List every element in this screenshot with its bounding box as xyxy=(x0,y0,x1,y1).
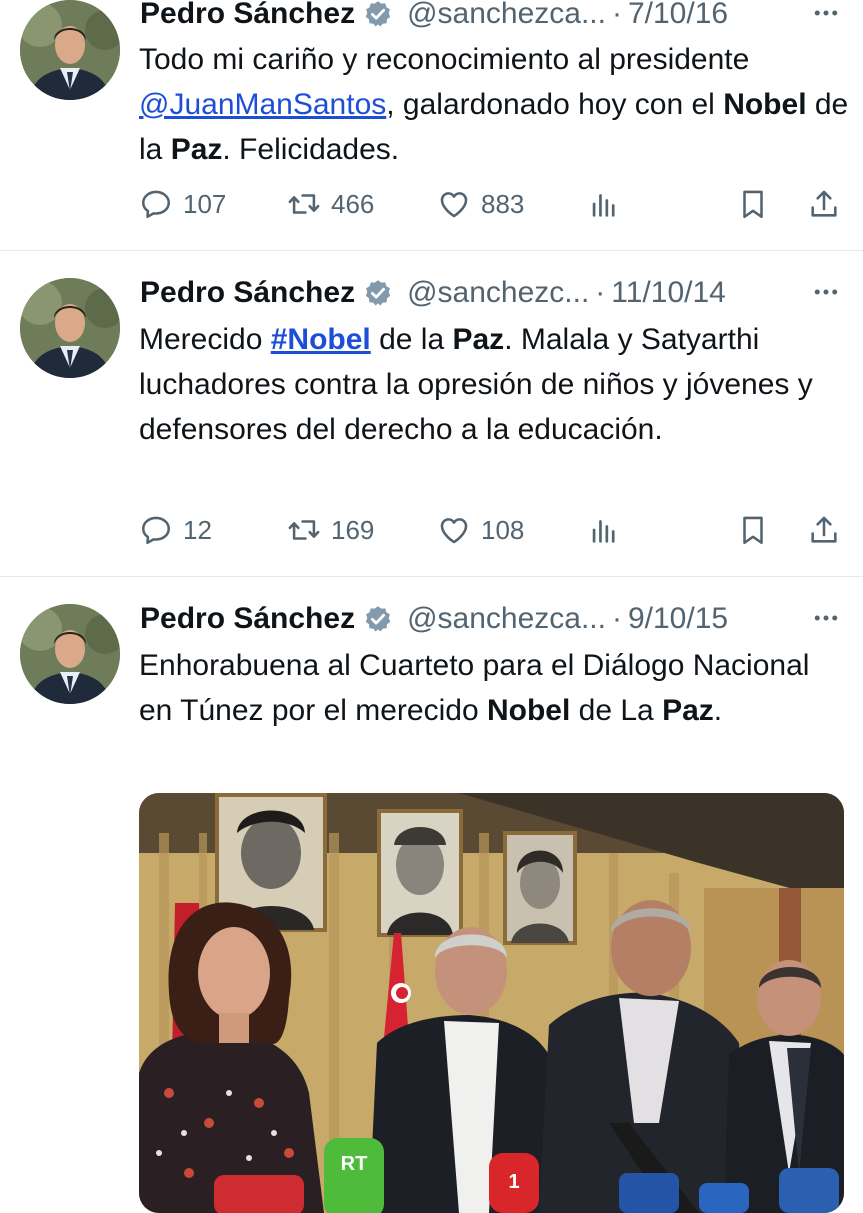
retweet-icon xyxy=(287,513,321,547)
retweet-count: 466 xyxy=(331,188,375,219)
verified-badge-icon xyxy=(363,0,393,29)
bookmark-button[interactable] xyxy=(736,184,770,224)
views-icon xyxy=(587,187,621,221)
tweet-header: Pedro Sánchez @sanchezca... · 7/10/16 xyxy=(140,0,863,34)
verified-badge-icon xyxy=(363,604,393,634)
verified-badge-icon xyxy=(363,278,393,308)
portrait-frame-3 xyxy=(503,831,577,945)
share-icon xyxy=(807,513,841,547)
avatar[interactable] xyxy=(20,278,120,378)
like-icon xyxy=(437,187,471,221)
author-name[interactable]: Pedro Sánchez xyxy=(140,602,355,636)
bookmark-icon xyxy=(736,187,770,221)
retweet-button[interactable]: 466 xyxy=(287,184,374,224)
reply-icon xyxy=(139,513,173,547)
action-bar: 107 466 883 xyxy=(139,184,849,224)
reply-count: 107 xyxy=(183,188,227,219)
views-button[interactable] xyxy=(587,510,621,550)
tweet-date[interactable]: 9/10/15 xyxy=(628,602,728,636)
author-handle[interactable]: @sanchezca... xyxy=(407,602,606,636)
avatar[interactable] xyxy=(20,604,120,704)
reply-button[interactable]: 12 xyxy=(139,510,212,550)
share-icon xyxy=(807,187,841,221)
author-handle[interactable]: @sanchezc... xyxy=(407,276,589,310)
tweet-header: Pedro Sánchez @sanchezc... · 11/10/14 xyxy=(140,273,863,313)
avatar[interactable] xyxy=(20,0,120,100)
more-icon[interactable] xyxy=(809,275,843,309)
like-icon xyxy=(437,513,471,547)
bookmark-button[interactable] xyxy=(736,510,770,550)
share-button[interactable] xyxy=(807,510,841,550)
press-conference-photo: RT 1 xyxy=(139,793,844,1213)
mention-link[interactable]: @JuanManSantos xyxy=(139,88,386,121)
like-button[interactable]: 108 xyxy=(437,510,524,550)
tweet-text: Enhorabuena al Cuarteto para el Diálogo … xyxy=(139,649,810,727)
mic-label-rt: RT xyxy=(341,1153,368,1175)
views-icon xyxy=(587,513,621,547)
tweet-date[interactable]: 11/10/14 xyxy=(611,276,726,310)
author-handle[interactable]: @sanchezca... xyxy=(407,0,606,31)
portrait-frame-2 xyxy=(377,809,463,937)
tweet[interactable]: Pedro Sánchez @sanchezc... · 11/10/14 Me… xyxy=(0,251,863,576)
tweet-header: Pedro Sánchez @sanchezca... · 9/10/15 xyxy=(140,599,863,639)
retweet-count: 169 xyxy=(331,514,375,545)
bookmark-icon xyxy=(736,513,770,547)
reply-button[interactable]: 107 xyxy=(139,184,226,224)
reply-count: 12 xyxy=(183,514,212,545)
tweet-text: Merecido #Nobel de la Paz. Malala y Saty… xyxy=(139,323,813,446)
author-name[interactable]: Pedro Sánchez xyxy=(140,276,355,310)
more-icon[interactable] xyxy=(809,0,843,30)
retweet-button[interactable]: 169 xyxy=(287,510,374,550)
reply-icon xyxy=(139,187,173,221)
tweet[interactable]: Pedro Sánchez @sanchezca... · 7/10/16 To… xyxy=(0,0,863,250)
views-button[interactable] xyxy=(587,184,621,224)
separator: · xyxy=(611,0,622,30)
like-button[interactable]: 883 xyxy=(437,184,524,224)
action-bar: 12 169 108 xyxy=(139,510,849,550)
retweet-icon xyxy=(287,187,321,221)
separator: · xyxy=(595,276,606,309)
like-count: 883 xyxy=(481,188,525,219)
tweet-date[interactable]: 7/10/16 xyxy=(628,0,728,31)
tweet-text: Todo mi cariño y reconocimiento al presi… xyxy=(139,43,849,166)
separator: · xyxy=(611,602,622,635)
share-button[interactable] xyxy=(807,184,841,224)
mic-label-1: 1 xyxy=(508,1171,519,1193)
author-name[interactable]: Pedro Sánchez xyxy=(140,0,355,31)
hashtag-link[interactable]: #Nobel xyxy=(271,323,371,356)
tweet-photo[interactable]: RT 1 xyxy=(139,793,844,1213)
like-count: 108 xyxy=(481,514,525,545)
more-icon[interactable] xyxy=(809,601,843,635)
